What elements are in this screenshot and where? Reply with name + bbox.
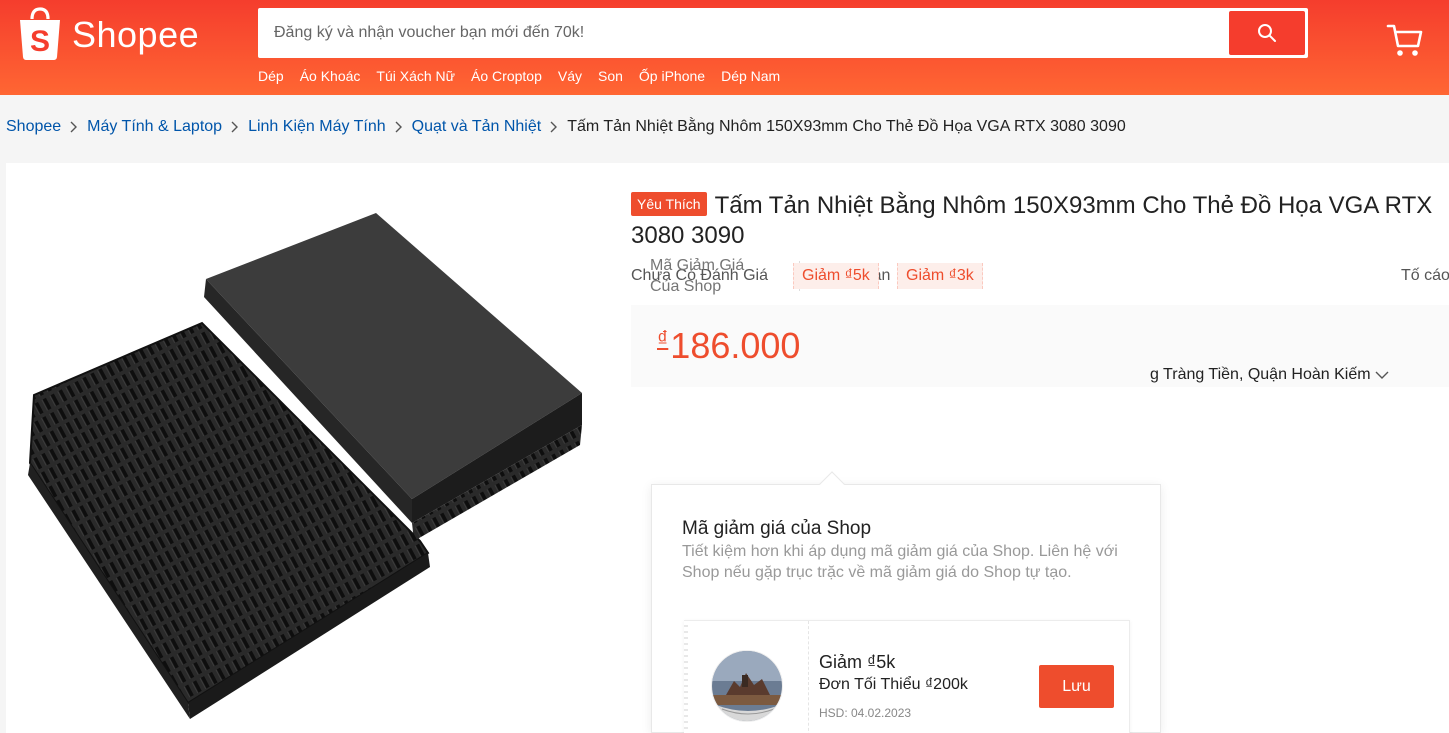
shopping-bag-icon: S <box>20 7 60 60</box>
breadcrumb: Shopee Máy Tính & Laptop Linh Kiện Máy T… <box>6 118 1126 136</box>
chevron-down-icon <box>1375 371 1389 379</box>
voucher-card: Giảm ₫5k Đơn Tối Thiểu ₫200k HSD: 04.02.… <box>684 620 1130 733</box>
shop-avatar <box>711 650 783 722</box>
breadcrumb-link[interactable]: Shopee <box>6 118 61 136</box>
search-input[interactable] <box>258 8 1218 58</box>
voucher-expiry: HSD: 04.02.2023 <box>819 706 912 720</box>
voucher-card-left <box>684 621 809 733</box>
voucher-tag[interactable]: Giảm ₫5k <box>793 263 879 289</box>
chevron-right-icon <box>230 121 240 133</box>
breadcrumb-current: Tấm Tản Nhiệt Bằng Nhôm 150X93mm Cho Thẻ… <box>567 118 1126 135</box>
heatsink-image <box>28 213 582 719</box>
hot-keyword-link[interactable]: Dép <box>258 68 284 84</box>
shop-avatar-image <box>712 651 782 721</box>
search-icon <box>1258 24 1276 42</box>
brand-name: Shopee <box>72 14 200 55</box>
address-text: g Tràng Tiền, Quận Hoàn Kiếm <box>1150 366 1371 383</box>
shopee-logo[interactable]: S Shopee <box>16 7 199 61</box>
voucher-tag[interactable]: Giảm ₫3k <box>897 263 983 289</box>
hot-keyword-link[interactable]: Son <box>598 68 623 84</box>
hot-keyword-link[interactable]: Túi Xách Nữ <box>376 68 455 84</box>
search-bar <box>258 8 1308 58</box>
search-button[interactable] <box>1229 11 1305 55</box>
hot-keyword-link[interactable]: Váy <box>558 68 582 84</box>
price-currency: ₫ <box>657 326 669 351</box>
hot-keyword-link[interactable]: Ốp iPhone <box>639 68 705 84</box>
save-voucher-button[interactable]: Lưu <box>1039 665 1114 708</box>
product-price: ₫186.000 <box>657 325 800 367</box>
site-header: S Shopee Dép Áo Khoác Túi Xách Nữ Áo Cro… <box>0 0 1449 95</box>
product-title: Yêu Thích Tấm Tản Nhiệt Bằng Nhôm 150X93m… <box>631 191 1441 251</box>
hot-keyword-link[interactable]: Dép Nam <box>721 68 780 84</box>
product-title-text: Tấm Tản Nhiệt Bằng Nhôm 150X93mm Cho Thẻ… <box>631 192 1433 249</box>
hot-keyword-link[interactable]: Áo Croptop <box>471 68 542 84</box>
breadcrumb-link[interactable]: Quạt và Tản Nhiệt <box>412 118 542 136</box>
voucher-popup: Mã giảm giá của Shop Tiết kiệm hơn khi á… <box>651 484 1161 733</box>
chevron-right-icon <box>549 121 559 133</box>
product-image[interactable] <box>6 163 606 733</box>
hot-keywords: Dép Áo Khoác Túi Xách Nữ Áo Croptop Váy … <box>258 68 780 84</box>
report-link[interactable]: Tố cáo <box>1401 267 1449 285</box>
hot-keyword-link[interactable]: Áo Khoác <box>300 68 361 84</box>
svg-text:S: S <box>30 25 50 58</box>
chevron-right-icon <box>69 121 79 133</box>
shop-voucher-label: Mã Giảm Giá Của Shop <box>650 257 745 295</box>
breadcrumb-link[interactable]: Linh Kiện Máy Tính <box>248 118 386 136</box>
popup-description: Tiết kiệm hơn khi áp dụng mã giảm giá củ… <box>682 543 1118 581</box>
price-value: 186.000 <box>670 325 801 366</box>
voucher-amount: Giảm ₫5k <box>819 652 896 672</box>
chevron-right-icon <box>394 121 404 133</box>
popup-title: Mã giảm giá của Shop <box>682 518 872 539</box>
voucher-min-order: Đơn Tối Thiểu ₫200k <box>819 676 968 693</box>
breadcrumb-link[interactable]: Máy Tính & Laptop <box>87 118 222 136</box>
cart-icon[interactable] <box>1386 22 1424 60</box>
shipping-address[interactable]: g Tràng Tiền, Quận Hoàn Kiếm <box>1150 366 1389 384</box>
favorite-badge: Yêu Thích <box>631 192 707 216</box>
